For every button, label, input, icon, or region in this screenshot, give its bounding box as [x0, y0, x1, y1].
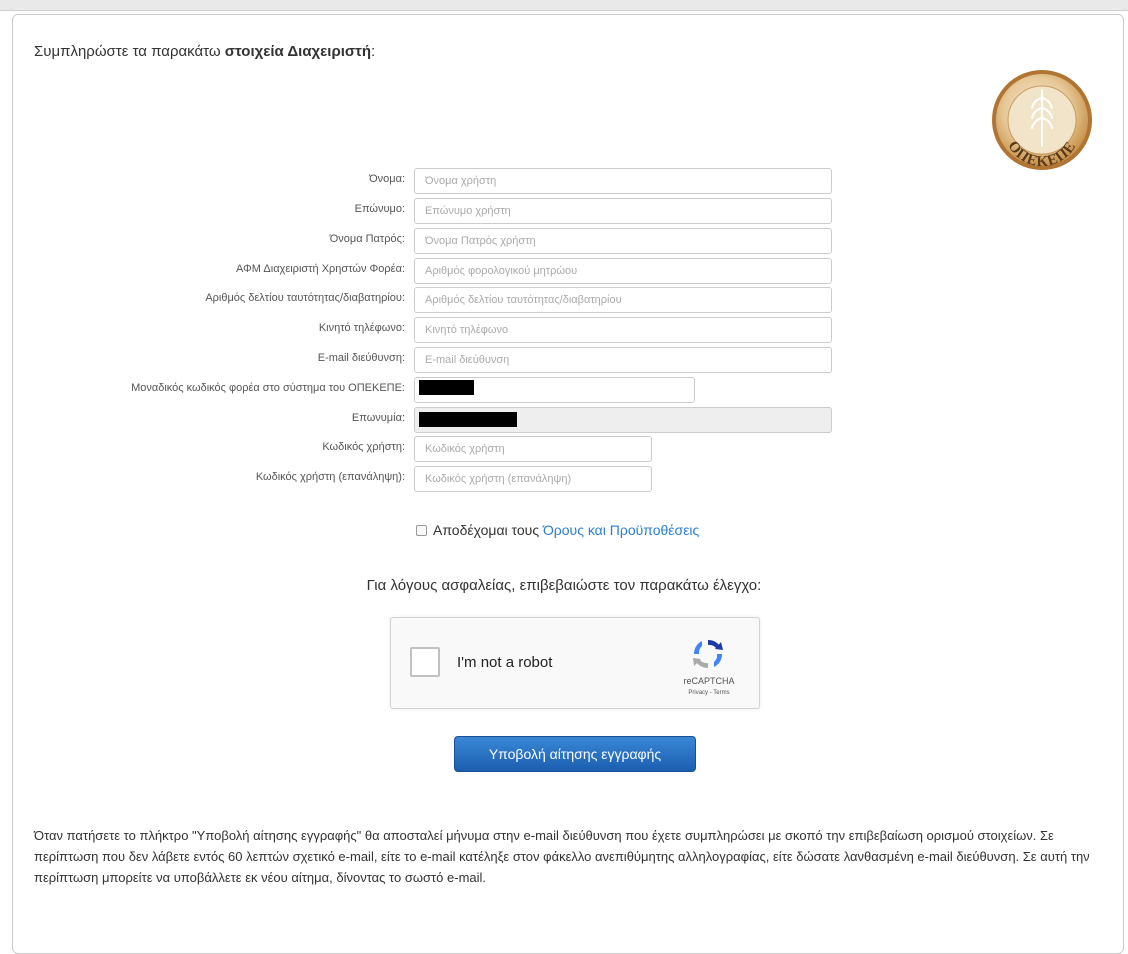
form-row-last-name: Επώνυμο: — [0, 198, 1128, 224]
terms-prefix: Αποδέχομαι τους — [433, 522, 543, 538]
mobile-label: Κινητό τηλέφωνο: — [318, 322, 405, 334]
first-name-input[interactable] — [414, 168, 832, 194]
intro-text: Συμπληρώστε τα παρακάτω στοιχεία Διαχειρ… — [34, 43, 375, 60]
intro-bold: στοιχεία Διαχειριστή — [224, 43, 372, 60]
form-row-org-name: Επωνυμία: — [0, 407, 1128, 433]
tax-id-label: ΑΦΜ Διαχειριστή Χρηστών Φορέα: — [236, 263, 405, 275]
first-name-label: Όνομα: — [369, 173, 405, 185]
org-code-label: Μοναδικός κωδικός φορέα στο σύστημα του … — [131, 382, 405, 394]
recaptcha-label: I'm not a robot — [457, 654, 553, 671]
browser-top-strip — [0, 0, 1128, 11]
footer-note: Όταν πατήσετε το πλήκτρο "Υποβολή αίτηση… — [34, 828, 1090, 885]
form-row-tax-id: ΑΦΜ Διαχειριστή Χρηστών Φορέα: — [0, 258, 1128, 284]
recaptcha-icon — [693, 639, 723, 669]
terms-checkbox[interactable] — [416, 524, 427, 536]
form-row-id-card: Αριθμός δελτίου ταυτότητας/διαβατηρίου: — [0, 287, 1128, 313]
mobile-input[interactable] — [414, 317, 832, 343]
security-note: Για λόγους ασφαλείας, επιβεβαιώστε τον π… — [366, 577, 762, 594]
redacted-block — [419, 412, 517, 427]
last-name-label: Επώνυμο: — [354, 203, 405, 215]
recaptcha-brand: reCAPTCHA — [683, 676, 735, 686]
redacted-block — [419, 380, 474, 395]
form-row-password-repeat: Κωδικός χρήστη (επανάληψη): — [0, 466, 1128, 492]
password-repeat-label: Κωδικός χρήστη (επανάληψη): — [255, 471, 405, 483]
org-name-label: Επωνυμία: — [351, 412, 405, 424]
tax-id-input[interactable] — [414, 258, 832, 284]
email-input[interactable] — [414, 347, 832, 373]
recaptcha-checkbox[interactable] — [410, 647, 440, 677]
password-label: Κωδικός χρήστη: — [322, 441, 405, 453]
intro-suffix: : — [371, 43, 376, 60]
recaptcha-links[interactable]: Privacy - Terms — [673, 690, 745, 696]
password-repeat-input[interactable] — [414, 466, 652, 492]
terms-link[interactable]: Όρους και Προϋποθέσεις — [543, 522, 699, 538]
form-row-mobile: Κινητό τηλέφωνο: — [0, 317, 1128, 343]
form-row-org-code: Μοναδικός κωδικός φορέα στο σύστημα του … — [0, 377, 1128, 403]
id-card-input[interactable] — [414, 287, 832, 313]
email-label: E-mail διεύθυνση: — [317, 352, 405, 364]
form-row-first-name: Όνομα: — [0, 168, 1128, 194]
last-name-input[interactable] — [414, 198, 832, 224]
father-name-input[interactable] — [414, 228, 832, 254]
father-name-label: Όνομα Πατρός: — [329, 233, 405, 245]
form-row-father-name: Όνομα Πατρός: — [0, 228, 1128, 254]
intro-prefix: Συμπληρώστε τα παρακάτω — [34, 43, 225, 60]
submit-registration-button[interactable]: Υποβολή αίτησης εγγραφής — [454, 736, 696, 772]
id-card-label: Αριθμός δελτίου ταυτότητας/διαβατηρίου: — [205, 292, 405, 304]
form-row-email: E-mail διεύθυνση: — [0, 347, 1128, 373]
password-input[interactable] — [414, 436, 652, 462]
form-row-password: Κωδικός χρήστη: — [0, 436, 1128, 462]
recaptcha-widget: I'm not a robot reCAPTCHA Privacy - Term… — [390, 617, 760, 709]
opekepe-logo: ΟΠΕΚΕΠΕ — [992, 70, 1092, 170]
terms-row: Αποδέχομαι τους Όρους και Προϋποθέσεις — [416, 522, 699, 538]
